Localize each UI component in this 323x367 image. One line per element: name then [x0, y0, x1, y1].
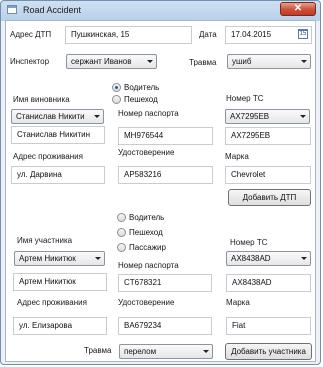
accident-address-field[interactable]: Пушкинская, 15: [65, 26, 192, 44]
culprit-address-label: Адрес проживания: [13, 152, 83, 161]
participant-injury-label: Травма: [84, 346, 112, 355]
participant-injury-value: перелом: [124, 347, 157, 356]
culprit-name-field[interactable]: Станислав Никитин: [11, 126, 105, 144]
accident-injury-value: ушиб: [232, 57, 252, 66]
app-window: Road Accident ✕ Адрес ДТП Пушкинская, 15…: [0, 0, 321, 365]
culprit-name-label: Имя виновника: [13, 95, 70, 104]
culprit-brand-field[interactable]: Chevrolet: [225, 166, 311, 184]
form-area: Адрес ДТП Пушкинская, 15 Дата 17.04.2015…: [5, 20, 316, 362]
participant-brand-field[interactable]: Fiat: [226, 317, 311, 335]
chevron-down-icon: [147, 60, 153, 63]
culprit-address-field[interactable]: ул. Дарвина: [11, 166, 105, 184]
participant-license-label: Удостоверение: [118, 298, 175, 307]
radio-unchecked-icon: [117, 228, 126, 237]
inspector-combo[interactable]: сержант Иванов: [66, 54, 157, 69]
inspector-value: сержант Иванов: [71, 57, 132, 66]
chevron-down-icon: [94, 115, 100, 118]
radio-unchecked-icon: [117, 213, 126, 222]
culprit-passport-field[interactable]: MH976544: [118, 127, 213, 145]
date-value: 17.04.2015: [231, 30, 272, 39]
culprit-license-label: Удостоверение: [118, 148, 175, 157]
inspector-label: Инспектор: [10, 57, 50, 66]
title-bar[interactable]: Road Accident ✕: [1, 1, 320, 19]
participant-name-label: Имя участника: [17, 236, 73, 245]
participant-injury-combo[interactable]: перелом: [119, 344, 213, 359]
add-participant-button[interactable]: Добавить участника: [225, 343, 312, 360]
participant-address-label: Адрес проживания: [17, 298, 87, 307]
date-picker[interactable]: 17.04.2015 15: [225, 26, 312, 44]
participant-license-field[interactable]: BA679234: [118, 317, 212, 335]
participant-plate-label: Номер ТС: [230, 238, 268, 247]
culprit-brand-label: Марка: [225, 152, 249, 161]
radio-label: Пешеход: [129, 228, 163, 237]
chevron-down-icon: [95, 257, 101, 260]
radio-label: Водитель: [124, 83, 160, 92]
calendar-icon[interactable]: 15: [298, 29, 308, 39]
radio-label: Водитель: [129, 213, 165, 222]
culprit-license-field[interactable]: AP583216: [118, 166, 213, 184]
app-icon: [7, 5, 17, 14]
radio-unchecked-icon: [112, 95, 121, 104]
accident-address-label: Адрес ДТП: [10, 30, 52, 39]
chevron-down-icon: [203, 350, 209, 353]
radio-label: Пешеход: [124, 95, 158, 104]
participant-name-combo-value: Артем Никитюк: [19, 254, 76, 263]
culprit-name-combo[interactable]: Станислав Никити: [11, 109, 104, 124]
window-title: Road Accident: [23, 5, 82, 15]
add-accident-button[interactable]: Добавить ДТП: [228, 189, 311, 206]
participant-plate-field[interactable]: AX8438AD: [226, 274, 311, 292]
participant-name-combo[interactable]: Артем Никитюк: [14, 251, 105, 266]
culprit-name-combo-value: Станислав Никити: [16, 112, 85, 121]
accident-injury-combo[interactable]: ушиб: [227, 54, 311, 69]
participant-name-field[interactable]: Артем Никитюк: [13, 273, 107, 291]
accident-injury-label: Травма: [189, 58, 217, 67]
culprit-plate-field[interactable]: AX7295EB: [225, 127, 311, 145]
radio-checked-icon: [112, 83, 121, 92]
participant-plate-combo[interactable]: AX8438AD: [226, 251, 311, 266]
participant-brand-label: Марка: [226, 298, 250, 307]
culprit-passport-label: Номер паспорта: [118, 109, 179, 118]
participant-address-field[interactable]: ул. Елизарова: [13, 317, 107, 335]
close-button[interactable]: ✕: [280, 2, 316, 16]
chevron-down-icon: [301, 60, 307, 63]
culprit-plate-combo[interactable]: AX7295EB: [225, 109, 310, 124]
culprit-plate-combo-value: AX7295EB: [230, 112, 270, 121]
participant-passport-field[interactable]: CT678321: [118, 274, 212, 292]
chevron-down-icon: [301, 257, 307, 260]
date-label: Дата: [199, 30, 217, 39]
chevron-down-icon: [300, 115, 306, 118]
radio-unchecked-icon: [117, 243, 126, 252]
radio-label: Пассажир: [129, 243, 166, 252]
participant-passport-label: Номер паспорта: [118, 261, 179, 270]
culprit-plate-label: Номер ТС: [226, 94, 264, 103]
participant-plate-combo-value: AX8438AD: [231, 254, 271, 263]
